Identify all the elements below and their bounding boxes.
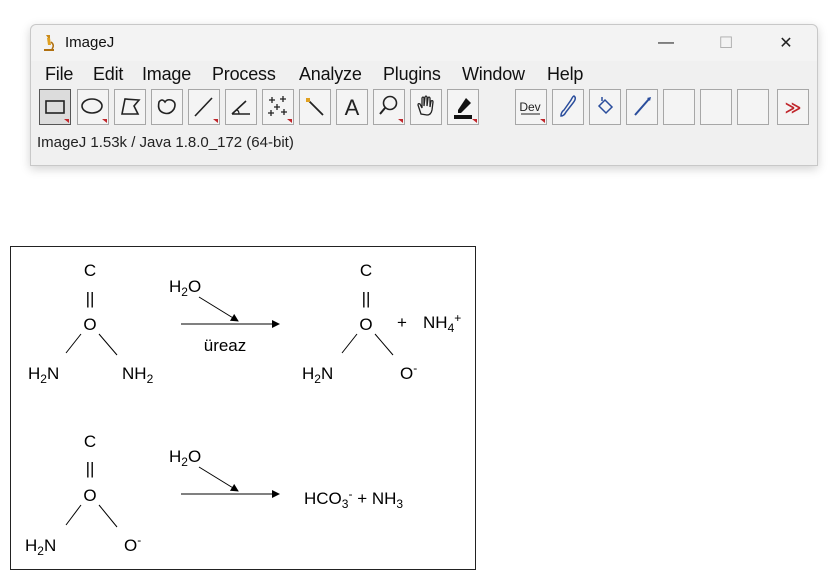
water-label: H2O: [169, 447, 201, 469]
multipoint-icon: [268, 96, 292, 123]
flood-fill-icon: [597, 97, 614, 115]
oxide-right: O-: [400, 361, 417, 383]
row1-product: C || O H2N O- + NH4+: [302, 261, 461, 386]
rectangle-icon: [45, 100, 69, 123]
atom-c: C: [84, 261, 96, 280]
empty-tool-slot[interactable]: [737, 89, 769, 125]
double-bond: ||: [362, 289, 371, 308]
atom-c: C: [360, 261, 372, 280]
more-tools-button[interactable]: ≫: [777, 89, 809, 125]
rectangle-tool-button[interactable]: [39, 89, 71, 125]
polygon-tool-button[interactable]: [114, 89, 146, 125]
menu-edit[interactable]: Edit: [93, 64, 123, 85]
oxide-right: O-: [124, 533, 141, 555]
menu-analyze[interactable]: Analyze: [299, 64, 362, 85]
more-label: ≫: [785, 98, 802, 117]
menu-window[interactable]: Window: [462, 64, 525, 85]
atom-o: O: [83, 486, 96, 505]
ammonium: NH4+: [423, 311, 461, 335]
oval-tool-button[interactable]: [77, 89, 109, 125]
angle-tool-button[interactable]: [225, 89, 257, 125]
magnifier-icon: [379, 95, 403, 123]
menu-process[interactable]: Process: [212, 64, 276, 85]
amine-right: NH2: [122, 364, 154, 386]
text-icon: A: [345, 95, 360, 120]
bicarbonate-ammonia: HCO3- + NH3: [304, 487, 403, 511]
amine-left: H2N: [302, 364, 333, 386]
window-title: ImageJ: [65, 34, 115, 51]
wand-tool-button[interactable]: [299, 89, 331, 125]
close-button[interactable]: ✕: [763, 29, 809, 57]
dev-icon: Dev: [519, 100, 545, 123]
enzyme-label: üreaz: [204, 336, 247, 355]
water-label: H2O: [169, 277, 201, 299]
line-tool-button[interactable]: [188, 89, 220, 125]
oval-icon: [81, 98, 107, 123]
pencil-tool-button[interactable]: [626, 89, 658, 125]
row2-arrow: H2O: [169, 447, 280, 498]
menu-help[interactable]: Help: [547, 64, 583, 85]
atom-o: O: [83, 315, 96, 334]
paintbrush-tool-button[interactable]: [552, 89, 584, 125]
wand-icon: [306, 98, 324, 116]
reaction-diagram: C || O H2N NH2 H2O üreaz C || O H2N O- +…: [10, 246, 476, 570]
title-bar[interactable]: ImageJ — ☐ ✕: [31, 25, 817, 61]
empty-tool-slot[interactable]: [663, 89, 695, 125]
double-chevron-icon: ≫: [785, 98, 802, 117]
menu-image[interactable]: Image: [142, 64, 191, 85]
freehand-tool-button[interactable]: [151, 89, 183, 125]
line-icon: [194, 97, 218, 123]
hand-icon: [417, 95, 434, 116]
magnifier-tool-button[interactable]: [373, 89, 405, 125]
amine-left: H2N: [25, 536, 56, 558]
empty-tool-slot[interactable]: [700, 89, 732, 125]
reaction-svg: C || O H2N NH2 H2O üreaz C || O H2N O- +…: [25, 261, 461, 558]
menu-plugins[interactable]: Plugins: [383, 64, 441, 85]
pencil-icon: [634, 97, 651, 116]
toolbar: A Dev ≫: [37, 89, 813, 127]
maximize-button[interactable]: ☐: [703, 29, 749, 57]
hand-tool-button[interactable]: [410, 89, 442, 125]
plus-sign: +: [397, 313, 407, 332]
minimize-button[interactable]: —: [643, 29, 689, 57]
row1-reactant: C || O H2N NH2: [28, 261, 154, 386]
dev-menu-button[interactable]: Dev: [515, 89, 547, 125]
angle-icon: [231, 100, 250, 115]
paintbrush-icon: [560, 95, 577, 117]
row2-product: HCO3- + NH3: [304, 487, 403, 511]
atom-c: C: [84, 432, 96, 451]
menu-bar: File Edit Image Process Analyze Plugins …: [31, 62, 817, 88]
flood-fill-tool-button[interactable]: [589, 89, 621, 125]
microscope-icon: [44, 35, 55, 51]
double-bond: ||: [86, 459, 95, 478]
color-picker-tool-button[interactable]: [447, 89, 479, 125]
row1-arrow: H2O üreaz: [169, 277, 280, 355]
double-bond: ||: [86, 289, 95, 308]
dev-label: Dev: [519, 100, 540, 114]
status-bar: ImageJ 1.53k / Java 1.8.0_172 (64-bit): [37, 134, 294, 151]
text-tool-button[interactable]: A: [336, 89, 368, 125]
amine-left: H2N: [28, 364, 59, 386]
freehand-icon: [157, 98, 176, 115]
polygon-icon: [121, 98, 141, 115]
text-tool-glyph: A: [345, 95, 360, 120]
imagej-window: ImageJ — ☐ ✕ File Edit Image Process Ana…: [30, 24, 818, 166]
eyedropper-icon: [454, 98, 477, 123]
row2-reactant: C || O H2N O-: [25, 432, 141, 558]
atom-o: O: [359, 315, 372, 334]
menu-file[interactable]: File: [45, 64, 73, 85]
multipoint-tool-button[interactable]: [262, 89, 294, 125]
